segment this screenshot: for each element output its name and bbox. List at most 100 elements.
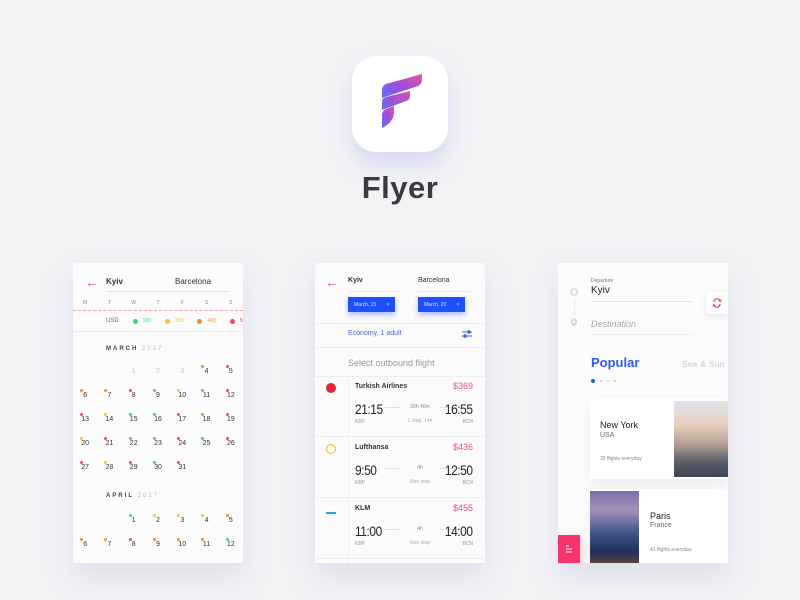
calendar-day[interactable]: 18 xyxy=(194,413,218,426)
destination-city[interactable]: Barcelona xyxy=(175,277,211,286)
price-dot xyxy=(104,538,108,541)
calendar-day[interactable]: 12 xyxy=(219,389,243,402)
divider xyxy=(106,291,229,292)
price-dot xyxy=(152,413,156,416)
depart-date-chip[interactable]: March, 15 × xyxy=(348,297,396,312)
calendar-day[interactable]: 7 xyxy=(97,538,121,551)
flights-screen: ← Kyiv Barcelona March, 15 × March, 20 × E… xyxy=(315,263,485,563)
stops-info: 1 stop, 14h xyxy=(407,418,433,424)
calendar-day[interactable]: 27 xyxy=(73,461,97,474)
calendar-day: 2 xyxy=(156,368,160,375)
klm-logo-icon xyxy=(326,508,336,514)
pager-dot[interactable] xyxy=(607,380,609,382)
calendar-day[interactable]: 3 xyxy=(170,514,194,527)
destination-card[interactable]: New York USA 39 flights everyday xyxy=(590,399,728,479)
calendar-day[interactable]: 9 xyxy=(146,538,170,551)
calendar-day[interactable]: 4 xyxy=(194,514,218,527)
calendar-day[interactable]: 1 xyxy=(122,514,146,527)
month-title: APRIL 2017 xyxy=(106,493,159,499)
departure-label: Departure xyxy=(591,278,614,284)
calendar-day[interactable]: 21 xyxy=(97,437,121,450)
price-dot xyxy=(201,514,205,517)
calendar-day[interactable]: 10 xyxy=(170,389,194,402)
pager-dot-active[interactable] xyxy=(591,379,595,383)
flight-row[interactable]: Lufthansa $436 9:50 4h 12:50 KBP Non sto… xyxy=(315,438,485,498)
calendar-day[interactable]: 8 xyxy=(122,538,146,551)
calendar-day[interactable]: 14 xyxy=(97,413,121,426)
calendar-day[interactable]: 5 xyxy=(219,514,243,527)
tab-popular[interactable]: Popular xyxy=(591,355,639,370)
calendar-day[interactable]: 10 xyxy=(170,538,194,551)
cabin-selector[interactable]: Economy, 1 adult xyxy=(348,330,402,337)
price-dot xyxy=(128,413,132,416)
legend-dot xyxy=(165,318,171,324)
calendar-day[interactable]: 26 xyxy=(219,437,243,450)
return-date-chip[interactable]: March, 20 × xyxy=(418,297,466,312)
pager-dot[interactable] xyxy=(600,380,602,382)
calendar-day[interactable]: 31 xyxy=(170,461,194,474)
price-dot xyxy=(80,437,83,440)
calendar-day[interactable]: 17 xyxy=(170,413,194,426)
calendar-day[interactable]: 5 xyxy=(219,365,243,378)
close-icon[interactable]: × xyxy=(456,302,459,308)
calendar-day[interactable]: 29 xyxy=(122,461,146,474)
flight-row[interactable]: Turkish Airlines $369 21:15 20h 40m 16:5… xyxy=(315,377,485,437)
origin-city[interactable]: Kyiv xyxy=(348,277,363,284)
price-dot xyxy=(177,514,181,517)
calendar-day[interactable]: 6 xyxy=(73,538,97,551)
arrival-time: 12:50 xyxy=(445,462,473,478)
airline-name: Lufthansa xyxy=(355,444,389,451)
calendar-day[interactable]: 22 xyxy=(122,437,146,450)
calendar-day[interactable]: 20 xyxy=(73,437,97,450)
flight-price: $455 xyxy=(452,503,473,513)
price-dot xyxy=(128,538,132,541)
calendar-day[interactable]: 24 xyxy=(170,437,194,450)
legend-label: 500 xyxy=(239,318,243,324)
legend-item: 400 xyxy=(197,318,216,324)
calendar-day[interactable]: 2 xyxy=(146,514,170,527)
destination-card[interactable]: Paris France 41 flights everyday xyxy=(590,489,728,563)
calendar-day[interactable]: 11 xyxy=(194,538,218,551)
weekday-label: M xyxy=(83,300,88,306)
calendar-day[interactable]: 13 xyxy=(73,413,97,426)
back-arrow-icon[interactable]: ← xyxy=(325,275,339,289)
origin-city[interactable]: Kyiv xyxy=(106,277,123,286)
calendar-day[interactable]: 12 xyxy=(219,538,243,551)
calendar-day[interactable]: 8 xyxy=(122,389,146,402)
calendar-day[interactable]: 6 xyxy=(73,389,97,402)
swap-button[interactable] xyxy=(706,292,728,314)
weekday-label: S xyxy=(204,300,209,306)
calendar-day[interactable]: 7 xyxy=(97,389,121,402)
destination-city[interactable]: Barcelona xyxy=(418,277,450,284)
calendar-day: 3 xyxy=(180,368,185,375)
back-arrow-icon[interactable]: ← xyxy=(85,275,99,289)
divider xyxy=(73,310,243,311)
menu-button[interactable] xyxy=(558,535,580,563)
destination-input[interactable]: Destination xyxy=(591,319,636,329)
origin-circle-icon xyxy=(570,288,578,296)
calendar-day[interactable]: 19 xyxy=(219,413,243,426)
departure-input[interactable]: Kyiv xyxy=(591,285,610,296)
price-dot xyxy=(201,365,205,368)
calendar-day[interactable]: 11 xyxy=(194,389,218,402)
calendar-day[interactable]: 16 xyxy=(146,413,170,426)
price-dot xyxy=(225,389,229,392)
route-connector xyxy=(574,300,575,314)
calendar-day[interactable]: 9 xyxy=(146,389,170,402)
price-dot xyxy=(152,389,156,392)
tab-sea-and-sun[interactable]: Sea & Sun xyxy=(682,360,725,369)
calendar-day[interactable]: 15 xyxy=(122,413,146,426)
calendar-day[interactable]: 23 xyxy=(146,437,170,450)
price-dot xyxy=(225,437,229,440)
calendar-day[interactable]: 30 xyxy=(146,461,170,474)
legend-item: 100 xyxy=(132,318,151,324)
calendar-day[interactable]: 25 xyxy=(194,437,218,450)
filter-icon[interactable] xyxy=(461,329,473,339)
close-icon[interactable]: × xyxy=(386,302,389,308)
calendar-day[interactable]: 28 xyxy=(97,461,121,474)
pager-dot[interactable] xyxy=(614,380,616,382)
calendar-day[interactable]: 4 xyxy=(194,365,218,378)
price-dot xyxy=(152,437,156,440)
flight-row[interactable]: KLM $455 11:00 4h 14:00 KBP Non stop BCN xyxy=(315,499,485,559)
section-heading: Select outbound flight xyxy=(348,358,435,368)
